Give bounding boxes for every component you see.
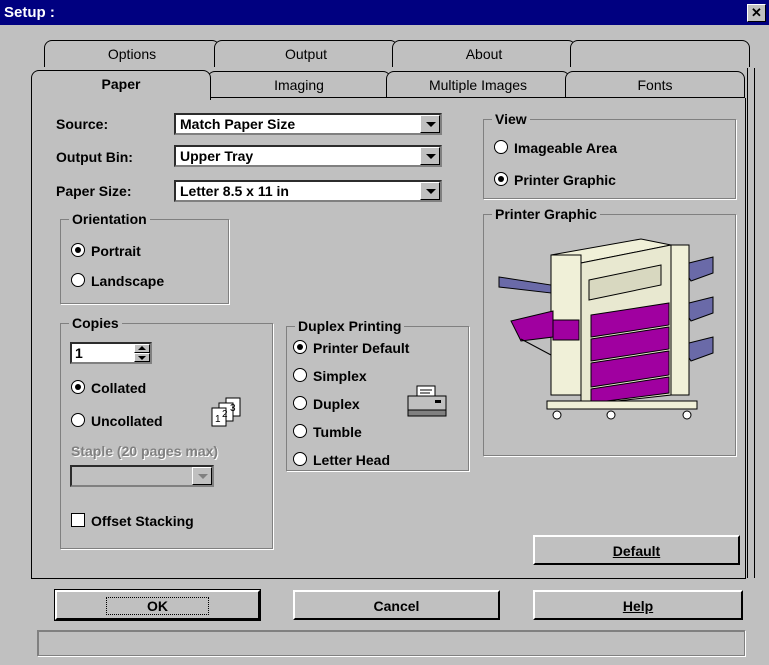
svg-text:3: 3 <box>230 403 236 414</box>
output-bin-select[interactable]: Upper Tray <box>174 145 442 167</box>
paper-size-label: Paper Size: <box>56 183 132 199</box>
printer-icon <box>407 385 447 417</box>
duplex-radio[interactable]: Duplex <box>293 396 360 412</box>
default-button-label: Default <box>612 543 661 559</box>
default-button[interactable]: Default <box>533 535 740 565</box>
tab-about[interactable]: About <box>392 40 576 67</box>
portrait-label: Portrait <box>91 243 141 259</box>
copies-title: Copies <box>69 315 122 331</box>
landscape-radio[interactable]: Landscape <box>71 273 164 289</box>
printer-default-radio[interactable]: Printer Default <box>293 340 409 356</box>
imageable-area-label: Imageable Area <box>514 140 617 156</box>
tab-fonts[interactable]: Fonts <box>565 71 745 98</box>
chevron-down-icon[interactable] <box>420 147 440 165</box>
tab-imaging[interactable]: Imaging <box>207 71 391 98</box>
help-button-label: Help <box>622 598 654 614</box>
radio-selected-icon <box>494 172 508 186</box>
ok-button-label: OK <box>106 597 209 615</box>
collated-pages-icon: 1 2 3 <box>211 397 241 427</box>
duplex-title: Duplex Printing <box>295 318 405 334</box>
paper-size-value: Letter 8.5 x 11 in <box>180 183 289 199</box>
close-button[interactable]: ✕ <box>747 4 766 22</box>
uncollated-radio[interactable]: Uncollated <box>71 413 163 429</box>
radio-icon <box>494 140 508 154</box>
collated-radio[interactable]: Collated <box>71 380 146 396</box>
tumble-radio[interactable]: Tumble <box>293 424 362 440</box>
offset-stacking-label: Offset Stacking <box>91 513 194 529</box>
window-title: Setup : <box>4 4 55 21</box>
letter-head-radio[interactable]: Letter Head <box>293 452 390 468</box>
tab-paper[interactable]: Paper <box>31 70 211 100</box>
printer-graphic-radio[interactable]: Printer Graphic <box>494 172 616 188</box>
tab-panel: Source: Match Paper Size Output Bin: Upp… <box>31 98 746 579</box>
copies-stepper[interactable]: 1 <box>70 342 152 364</box>
printer-image <box>498 238 714 420</box>
duplex-group: Duplex Printing Printer Default Simplex … <box>286 318 469 471</box>
radio-icon <box>71 413 85 427</box>
collated-label: Collated <box>91 380 147 396</box>
spin-down-icon[interactable] <box>134 353 150 362</box>
chevron-down-icon[interactable] <box>192 467 212 485</box>
imageable-area-radio[interactable]: Imageable Area <box>494 140 617 156</box>
output-bin-label: Output Bin: <box>56 149 133 165</box>
radio-selected-icon <box>293 340 307 354</box>
svg-text:2: 2 <box>222 409 228 420</box>
duplex-option-label: Printer Default <box>313 340 410 356</box>
portrait-radio[interactable]: Portrait <box>71 243 141 259</box>
tab-empty[interactable] <box>570 40 750 67</box>
chevron-down-icon[interactable] <box>420 115 440 133</box>
output-bin-value: Upper Tray <box>180 148 254 164</box>
simplex-radio[interactable]: Simplex <box>293 368 367 384</box>
copies-group: Copies 1 Collated Uncollated 1 2 3 Stapl… <box>60 315 273 549</box>
landscape-label: Landscape <box>91 273 165 289</box>
staple-select[interactable] <box>70 465 214 487</box>
radio-selected-icon <box>71 243 85 257</box>
chevron-down-icon[interactable] <box>420 182 440 200</box>
printer-graphic-group: Printer Graphic <box>483 206 736 456</box>
svg-text:1: 1 <box>215 414 221 425</box>
orientation-title: Orientation <box>69 211 150 227</box>
checkbox-icon <box>71 513 85 527</box>
duplex-option-label: Duplex <box>313 396 360 412</box>
uncollated-label: Uncollated <box>91 413 163 429</box>
tab-multiple-images[interactable]: Multiple Images <box>386 71 570 98</box>
close-icon: ✕ <box>751 5 762 20</box>
duplex-option-label: Letter Head <box>313 452 391 468</box>
radio-selected-icon <box>71 380 85 394</box>
duplex-option-label: Tumble <box>313 424 362 440</box>
paper-size-select[interactable]: Letter 8.5 x 11 in <box>174 180 442 202</box>
cancel-button[interactable]: Cancel <box>293 590 500 620</box>
help-button[interactable]: Help <box>533 590 743 620</box>
panel-edge <box>747 68 755 578</box>
printer-graphic-label: Printer Graphic <box>514 172 616 188</box>
radio-icon <box>293 368 307 382</box>
source-select[interactable]: Match Paper Size <box>174 113 442 135</box>
tab-output[interactable]: Output <box>214 40 398 67</box>
duplex-option-label: Simplex <box>313 368 367 384</box>
radio-icon <box>293 452 307 466</box>
status-bar <box>37 630 745 656</box>
staple-label: Staple (20 pages max) <box>71 443 219 459</box>
orientation-group: Orientation Portrait Landscape <box>60 211 229 304</box>
radio-icon <box>293 396 307 410</box>
printer-graphic-title: Printer Graphic <box>492 206 600 222</box>
radio-icon <box>293 424 307 438</box>
radio-icon <box>71 273 85 287</box>
source-label: Source: <box>56 116 109 132</box>
source-value: Match Paper Size <box>180 116 296 132</box>
ok-button[interactable]: OK <box>54 589 261 621</box>
tab-options[interactable]: Options <box>44 40 220 67</box>
view-title: View <box>492 111 530 127</box>
cancel-button-label: Cancel <box>373 598 420 614</box>
title-bar: Setup : ✕ <box>0 0 769 25</box>
copies-value: 1 <box>75 345 83 361</box>
spin-up-icon[interactable] <box>134 344 150 353</box>
offset-stacking-checkbox[interactable]: Offset Stacking <box>71 513 194 529</box>
view-group: View Imageable Area Printer Graphic <box>483 111 736 199</box>
